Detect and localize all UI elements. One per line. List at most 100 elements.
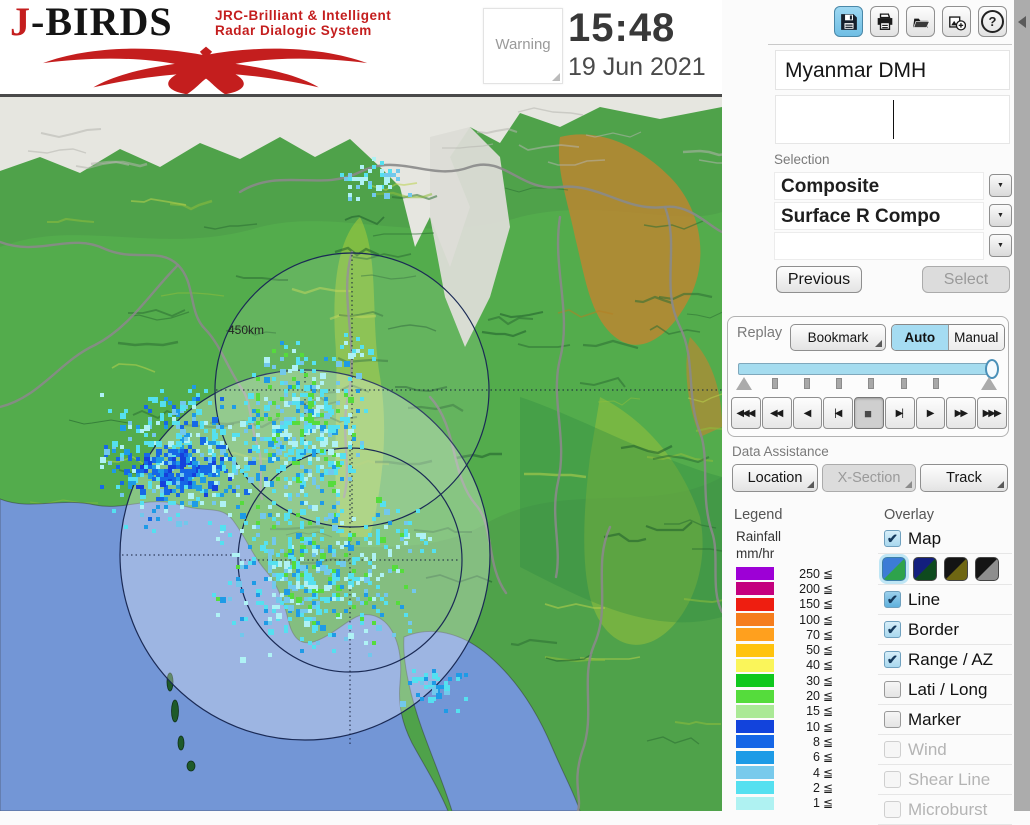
- overlay-row: ✔ Line: [878, 585, 1012, 615]
- transport-button[interactable]: ▶▶: [946, 397, 977, 429]
- help-icon: ?: [981, 10, 1004, 33]
- data-assistance-button[interactable]: Location: [732, 464, 818, 492]
- bookmark-button[interactable]: Bookmark: [790, 324, 886, 351]
- replay-section-label: Replay: [737, 325, 783, 341]
- less-equal-symbol: ≦: [823, 719, 834, 734]
- range-start-marker[interactable]: [736, 377, 752, 390]
- legend-value: 100: [799, 612, 820, 627]
- legend-entry: 6 ≦: [736, 750, 866, 765]
- status-box[interactable]: [775, 95, 1010, 144]
- transport-button[interactable]: |◀: [823, 397, 854, 429]
- option-dropdown-value[interactable]: [774, 232, 984, 260]
- less-equal-symbol: ≦: [823, 597, 834, 612]
- legend-value: 150: [799, 597, 820, 612]
- transport-button[interactable]: ▶: [915, 397, 946, 429]
- chevron-down-icon[interactable]: ▼: [989, 174, 1012, 197]
- overlay-label: Marker: [908, 709, 961, 729]
- less-equal-symbol: ≦: [823, 566, 834, 581]
- checkbox[interactable]: [884, 711, 901, 728]
- open-folder-button[interactable]: [906, 6, 935, 37]
- control-panel: ? Myanmar DMH Selection Composite ▼ Surf…: [722, 0, 1014, 825]
- slider-tick: [803, 378, 810, 389]
- transport-button[interactable]: ◀◀◀: [731, 397, 761, 429]
- product-dropdown-value[interactable]: Surface R Compo: [774, 202, 984, 230]
- replay-slider-handle[interactable]: [985, 359, 999, 379]
- transport-button[interactable]: ▶|: [884, 397, 915, 429]
- less-equal-symbol: ≦: [823, 627, 834, 642]
- overlay-row: Marker: [878, 705, 1012, 735]
- legend-entry: 4 ≦: [736, 765, 866, 780]
- composite-dropdown-value[interactable]: Composite: [774, 172, 984, 200]
- checkbox[interactable]: [884, 681, 901, 698]
- replay-mode-toggle: Auto Manual: [891, 324, 1005, 351]
- station-name: Myanmar DMH: [785, 59, 927, 82]
- add-image-button[interactable]: [942, 6, 971, 37]
- map-style-swatch[interactable]: [944, 557, 968, 581]
- data-assistance-button[interactable]: X-Section: [822, 464, 916, 492]
- previous-button[interactable]: Previous: [776, 266, 862, 293]
- overlay-label: Microburst: [908, 799, 988, 819]
- jbirds-logo: J-BIRDS JRC-Brilliant & Intelligent Rada…: [10, 2, 402, 95]
- legend-unit: mm/hr: [736, 546, 775, 561]
- map-style-swatch[interactable]: [882, 557, 906, 581]
- checkbox[interactable]: [884, 801, 901, 818]
- chevron-down-icon[interactable]: ▼: [989, 234, 1012, 257]
- station-name-box: Myanmar DMH: [775, 50, 1010, 90]
- checkbox[interactable]: ✔: [884, 591, 901, 608]
- legend-color-swatch: [736, 689, 774, 703]
- resize-grip-icon[interactable]: [552, 73, 560, 81]
- option-dropdown: ▼: [774, 232, 1012, 260]
- transport-button[interactable]: ▶▶▶: [977, 397, 1008, 429]
- data-assistance-button[interactable]: Track: [920, 464, 1008, 492]
- chevron-down-icon[interactable]: ▼: [989, 204, 1012, 227]
- map-style-swatch[interactable]: [913, 557, 937, 581]
- overlay-row: ✔ Border: [878, 615, 1012, 645]
- checkbox[interactable]: [884, 771, 901, 788]
- replay-mode-button[interactable]: Auto: [892, 325, 948, 350]
- less-equal-symbol: ≦: [823, 581, 834, 596]
- overlay-row: Lati / Long: [878, 675, 1012, 705]
- range-end-marker[interactable]: [981, 377, 997, 390]
- select-button[interactable]: Select: [922, 266, 1010, 293]
- collapse-panel-icon[interactable]: [1018, 16, 1026, 28]
- slider-tick: [771, 378, 778, 389]
- warning-button[interactable]: Warning: [483, 8, 563, 84]
- legend-color-swatch: [736, 674, 774, 688]
- help-button[interactable]: ?: [978, 6, 1007, 37]
- checkbox[interactable]: ✔: [884, 621, 901, 638]
- replay-slider-track[interactable]: [738, 359, 999, 379]
- legend-section-label: Legend: [734, 507, 783, 523]
- legend-entry: 15 ≦: [736, 704, 866, 719]
- terrain-map: 450km: [0, 97, 722, 811]
- checkbox[interactable]: ✔: [884, 530, 901, 547]
- legend-color-swatch: [736, 735, 774, 749]
- overlay-label: Range / AZ: [908, 649, 994, 669]
- overlay-row: ✔ Map: [878, 524, 1012, 554]
- replay-slider-ticks: [736, 377, 997, 391]
- overlay-row: Microburst: [878, 795, 1012, 825]
- overlay-options: ✔ Map ✔ Line ✔ Border ✔ Range / AZ Lati …: [878, 524, 1012, 825]
- checkbox[interactable]: ✔: [884, 651, 901, 668]
- transport-button[interactable]: ■: [854, 397, 884, 429]
- radar-map-viewport[interactable]: 450km: [0, 97, 722, 811]
- save-button[interactable]: [834, 6, 863, 37]
- legend-color-swatch: [736, 781, 774, 795]
- playback-controls: ◀◀◀ ◀◀ ◀ |◀ ■ ▶| ▶ ▶▶ ▶▶▶: [731, 397, 1008, 429]
- less-equal-symbol: ≦: [823, 750, 834, 765]
- legend-color-swatch: [736, 567, 774, 581]
- map-style-swatch[interactable]: [975, 557, 999, 581]
- overlay-label: Wind: [908, 739, 947, 759]
- add-image-icon: [948, 15, 966, 31]
- legend-entry: 10 ≦: [736, 719, 866, 734]
- replay-mode-button[interactable]: Manual: [947, 325, 1004, 350]
- transport-button[interactable]: ◀: [792, 397, 823, 429]
- print-button[interactable]: [870, 6, 899, 37]
- legend-color-swatch: [736, 658, 774, 672]
- clock: 15:48 19 Jun 2021: [568, 6, 720, 82]
- legend-color-swatch: [736, 643, 774, 657]
- legend-value: 4: [813, 765, 820, 780]
- map-style-selector: [878, 554, 1012, 585]
- checkbox[interactable]: [884, 741, 901, 758]
- legend-entry: 250 ≦: [736, 566, 866, 581]
- transport-button[interactable]: ◀◀: [761, 397, 792, 429]
